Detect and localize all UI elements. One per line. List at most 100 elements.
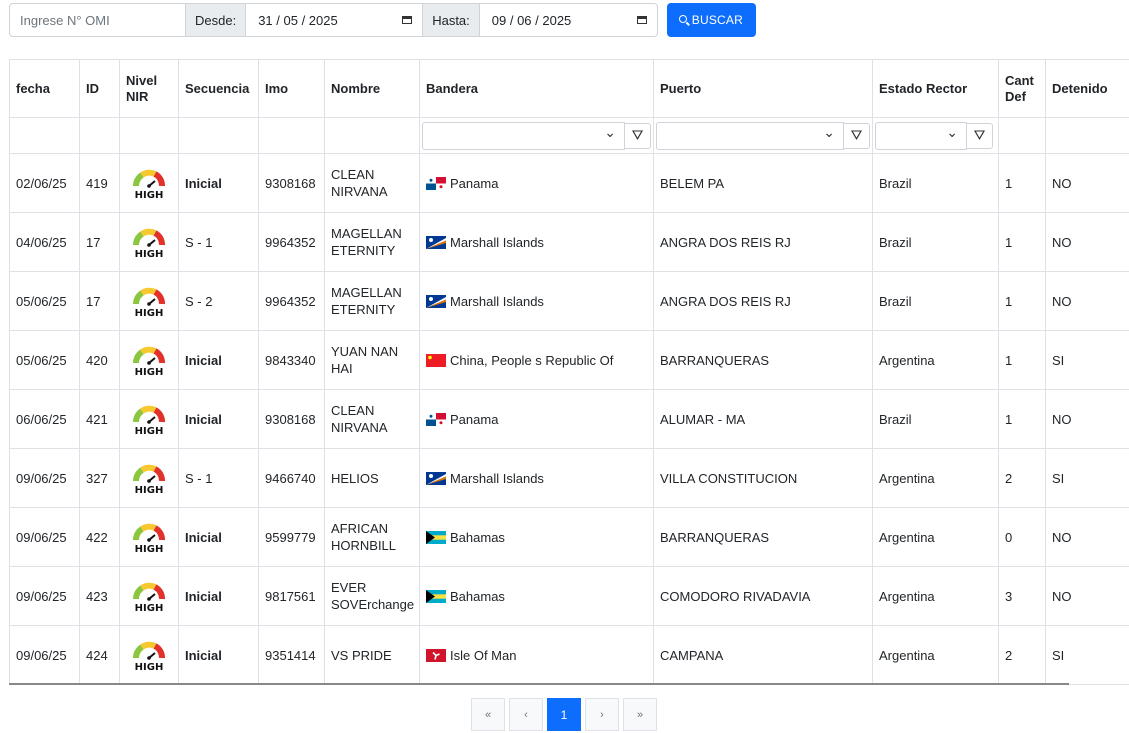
hasta-date-input[interactable]: 09 / 06 / 2025 <box>479 3 658 37</box>
cell-imo: 9599779 <box>258 507 325 567</box>
header-secuencia[interactable]: Secuencia <box>178 59 259 118</box>
cell-bandera: Bahamas <box>419 507 654 567</box>
bandera-filter-select[interactable] <box>422 121 625 150</box>
header-bandera[interactable]: Bandera <box>419 59 654 118</box>
header-fecha[interactable]: fecha <box>9 59 80 118</box>
flag-icon <box>426 589 450 604</box>
bandera-text: Isle Of Man <box>450 647 517 663</box>
cell-cant-def: 1 <box>998 389 1046 449</box>
table-row[interactable]: 09/06/25 424 HIGH Inicial 9351414 VS PRIDE Isl… <box>9 625 1129 685</box>
prev-page-button[interactable]: ‹ <box>509 698 543 731</box>
pagination: « ‹ 1 › » <box>471 698 657 731</box>
cell-nivel-nir: HIGH <box>119 389 179 449</box>
cell-imo: 9308168 <box>258 389 325 449</box>
calendar-icon[interactable] <box>402 16 413 24</box>
cell-estado-rector: Argentina <box>872 566 999 626</box>
cell-cant-def: 1 <box>998 271 1046 331</box>
cell-secuencia: S - 2 <box>178 271 259 331</box>
cell-id: 423 <box>79 566 120 626</box>
table-row[interactable]: 09/06/25 327 HIGH S - 1 9466740 HELIOS Marshal… <box>9 448 1129 508</box>
header-id[interactable]: ID <box>79 59 120 118</box>
cell-secuencia: S - 1 <box>178 212 259 272</box>
cell-bandera: Marshall Islands <box>419 448 654 508</box>
cell-nombre: CLEAN NIRVANA <box>324 153 420 213</box>
cell-secuencia: Inicial <box>178 566 259 626</box>
cell-id: 419 <box>79 153 120 213</box>
cell-cant-def: 2 <box>998 448 1046 508</box>
puerto-filter-select[interactable] <box>656 121 844 150</box>
flag-icon <box>426 353 450 368</box>
bandera-text: Marshall Islands <box>450 293 544 309</box>
cell-nombre: VS PRIDE <box>324 625 420 685</box>
table-row[interactable]: 09/06/25 422 HIGH Inicial 9599779 AFRICAN HOR… <box>9 507 1129 567</box>
header-detenido[interactable]: Detenido <box>1045 59 1129 118</box>
cell-nivel-nir: HIGH <box>119 507 179 567</box>
table-row[interactable]: 02/06/25 419 HIGH Inicial 9308168 CLEAN NIRVA… <box>9 153 1129 213</box>
table-row[interactable]: 06/06/25 421 HIGH Inicial 9308168 CLEAN NIRVA… <box>9 389 1129 449</box>
cell-estado-rector: Brazil <box>872 153 999 213</box>
nir-gauge-icon: HIGH <box>126 225 172 259</box>
filter-icon[interactable]: ⛛ <box>625 122 651 149</box>
filter-icon[interactable]: ⛛ <box>967 122 993 149</box>
horizontal-scrollbar[interactable] <box>9 683 1069 685</box>
table-row[interactable]: 09/06/25 423 HIGH Inicial 9817561 EVER SOVErc… <box>9 566 1129 626</box>
cell-secuencia: S - 1 <box>178 448 259 508</box>
cell-fecha: 05/06/25 <box>9 330 80 390</box>
cell-secuencia: Inicial <box>178 153 259 213</box>
nir-gauge-icon: HIGH <box>126 402 172 436</box>
search-button-label: BUSCAR <box>691 13 743 27</box>
cell-id: 327 <box>79 448 120 508</box>
cell-estado-rector: Argentina <box>872 448 999 508</box>
cell-estado-rector: Argentina <box>872 330 999 390</box>
cell-bandera: Panama <box>419 153 654 213</box>
search-icon <box>678 15 687 23</box>
bandera-text: Bahamas <box>450 588 505 604</box>
table-row[interactable]: 05/06/25 420 HIGH Inicial 9843340 YUAN NAN HA… <box>9 330 1129 390</box>
nir-level-text: HIGH <box>135 544 164 554</box>
page-button-current[interactable]: 1 <box>547 698 581 731</box>
cell-nombre: HELIOS <box>324 448 420 508</box>
cell-cant-def: 0 <box>998 507 1046 567</box>
nir-level-text: HIGH <box>135 249 164 259</box>
cell-puerto: VILLA CONSTITUCION <box>653 448 873 508</box>
calendar-icon[interactable] <box>636 16 647 24</box>
cell-nombre: EVER SOVErchange <box>324 566 420 626</box>
estado-filter-select[interactable] <box>875 121 967 150</box>
cell-bandera: Marshall Islands <box>419 212 654 272</box>
cell-bandera: Bahamas <box>419 566 654 626</box>
cell-nivel-nir: HIGH <box>119 271 179 331</box>
search-button[interactable]: BUSCAR <box>666 3 756 37</box>
desde-date-input[interactable]: 31 / 05 / 2025 <box>246 3 424 37</box>
table-row[interactable]: 04/06/25 17 HIGH S - 1 9964352 MAGELLAN ETERN… <box>9 212 1129 272</box>
cell-fecha: 09/06/25 <box>9 566 80 626</box>
nir-level-text: HIGH <box>135 485 164 495</box>
nir-level-text: HIGH <box>135 367 164 377</box>
cell-detenido: NO <box>1045 212 1129 272</box>
table-row[interactable]: 05/06/25 17 HIGH S - 2 9964352 MAGELLAN ETERN… <box>9 271 1129 331</box>
bandera-text: Bahamas <box>450 529 505 545</box>
header-imo[interactable]: Imo <box>258 59 325 118</box>
hasta-label: Hasta: <box>423 3 480 37</box>
header-nivel-nir[interactable]: Nivel NIR <box>119 59 179 118</box>
results-table-container[interactable]: fecha ID Nivel NIR Secuencia Imo Nombre … <box>9 59 1129 689</box>
cell-imo: 9466740 <box>258 448 325 508</box>
omi-input[interactable]: Ingrese N° OMI <box>9 3 186 37</box>
cell-imo: 9308168 <box>258 153 325 213</box>
header-estado-rector[interactable]: Estado Rector <box>872 59 999 118</box>
cell-detenido: NO <box>1045 389 1129 449</box>
nir-gauge-icon: HIGH <box>126 638 172 672</box>
filter-icon[interactable]: ⛛ <box>844 122 870 149</box>
filter-row: ⛛ ⛛ ⛛ <box>9 117 1129 154</box>
cell-cant-def: 1 <box>998 212 1046 272</box>
cell-puerto: CAMPANA <box>653 625 873 685</box>
cell-estado-rector: Brazil <box>872 389 999 449</box>
header-puerto[interactable]: Puerto <box>653 59 873 118</box>
flag-icon <box>426 530 450 545</box>
first-page-button[interactable]: « <box>471 698 505 731</box>
next-page-button[interactable]: › <box>585 698 619 731</box>
header-nombre[interactable]: Nombre <box>324 59 420 118</box>
header-cant-def[interactable]: Cant Def <box>998 59 1046 118</box>
cell-id: 424 <box>79 625 120 685</box>
hasta-date-value: 09 / 06 / 2025 <box>491 12 572 28</box>
last-page-button[interactable]: » <box>623 698 657 731</box>
